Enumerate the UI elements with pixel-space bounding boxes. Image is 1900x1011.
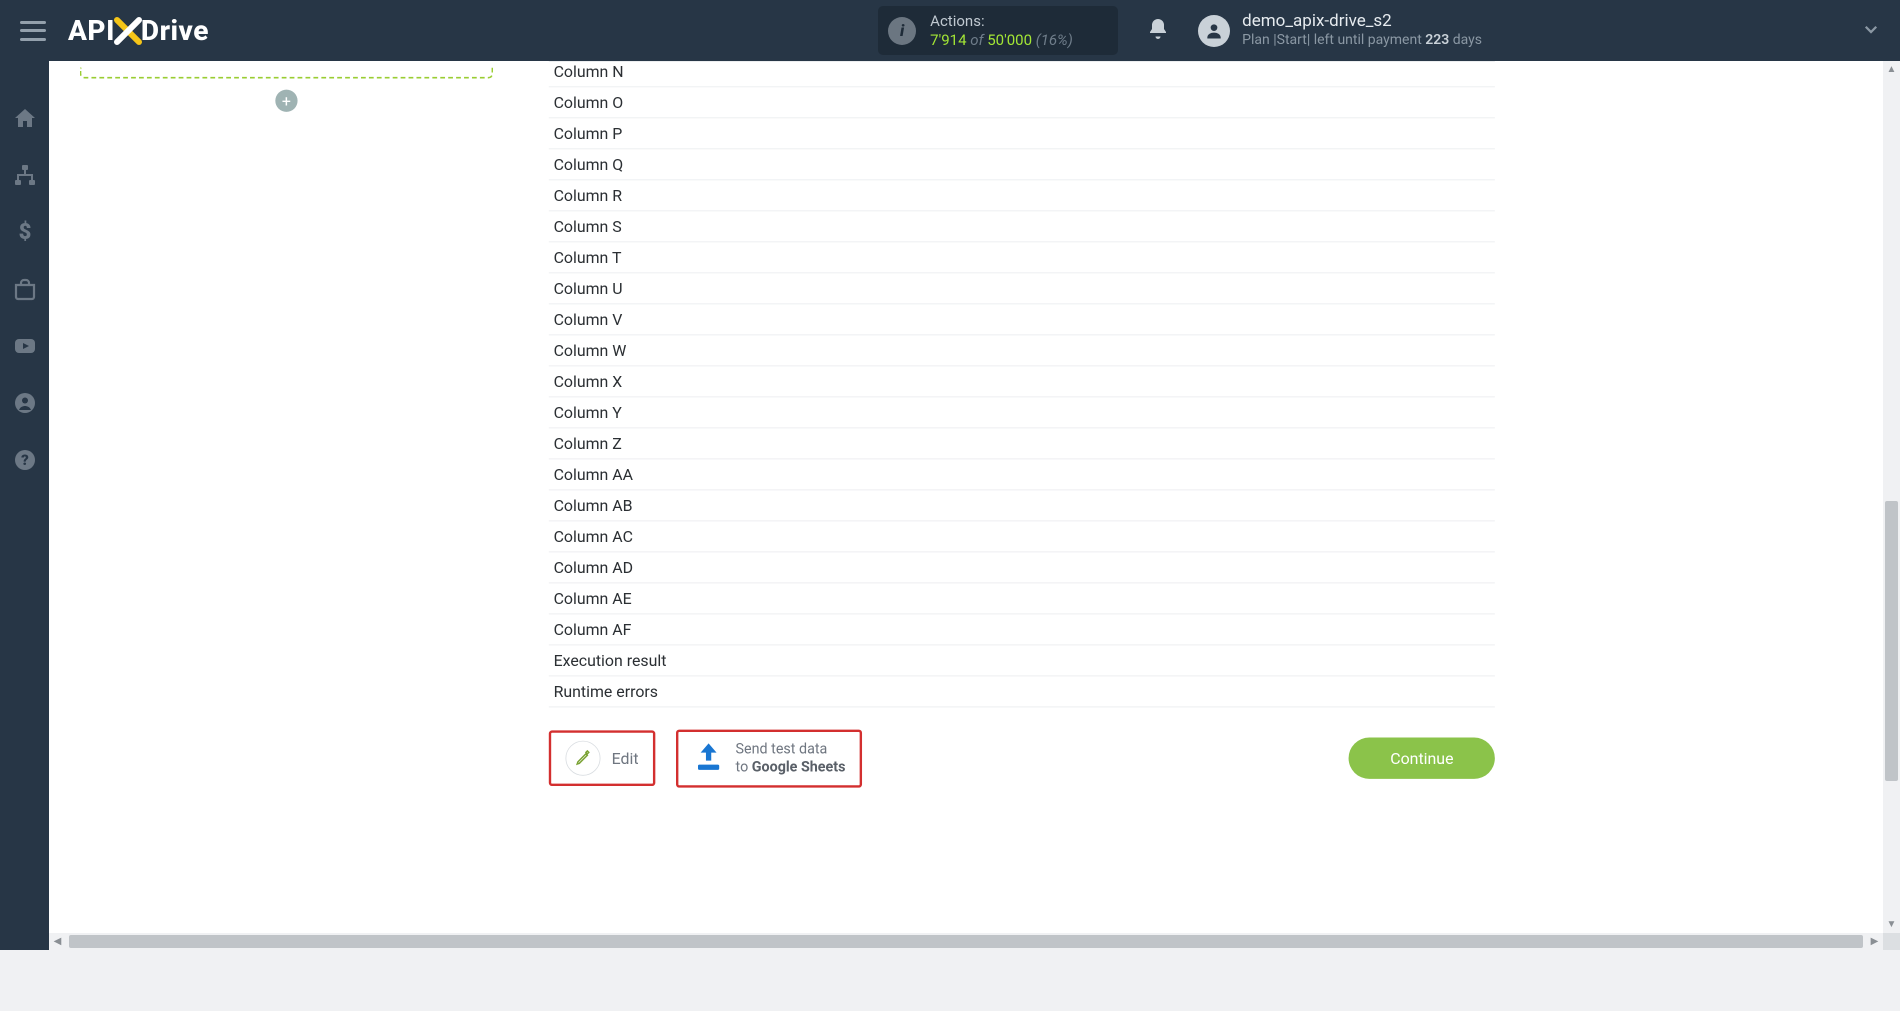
- user-menu[interactable]: demo_apix-drive_s2 Plan |Start| left unt…: [1198, 11, 1482, 50]
- pencil-icon: [565, 741, 600, 776]
- logo-x-icon: [115, 16, 141, 46]
- video-icon[interactable]: [13, 334, 37, 358]
- home-icon[interactable]: [13, 106, 37, 130]
- app-logo[interactable]: API Drive: [68, 14, 209, 47]
- list-item: Column P: [548, 118, 1494, 149]
- actions-label: Actions:: [930, 12, 1073, 31]
- scroll-thumb[interactable]: [1885, 501, 1898, 781]
- toolbox-icon[interactable]: [13, 277, 37, 301]
- app-header: API Drive i Actions: 7'914 of 50'000 (16…: [0, 0, 1900, 61]
- main-area: + Column N Column O Column P Column Q Co…: [49, 61, 1900, 950]
- edit-button[interactable]: Edit: [548, 731, 654, 787]
- edit-label: Edit: [611, 749, 638, 768]
- actions-counter[interactable]: i Actions: 7'914 of 50'000 (16%): [878, 6, 1118, 56]
- logo-text-b: Drive: [141, 14, 209, 47]
- right-pane: Column N Column O Column P Column Q Colu…: [532, 61, 1526, 1011]
- chevron-down-icon[interactable]: [1862, 20, 1880, 42]
- list-item: Column Z: [548, 428, 1494, 459]
- list-item: Column AD: [548, 552, 1494, 583]
- list-item: Column AB: [548, 490, 1494, 521]
- list-item: Runtime errors: [548, 676, 1494, 707]
- menu-icon[interactable]: [20, 21, 46, 41]
- upload-icon: [692, 741, 724, 776]
- logo-text-a: API: [68, 14, 115, 47]
- send-test-data-button[interactable]: Send test data to Google Sheets: [675, 730, 861, 788]
- actions-of: of: [967, 31, 988, 49]
- notifications-icon[interactable]: [1146, 17, 1170, 45]
- list-item: Column S: [548, 211, 1494, 242]
- step-placeholder: [79, 67, 492, 78]
- list-item: Column Y: [548, 397, 1494, 428]
- connections-icon[interactable]: [13, 163, 37, 187]
- sidebar: $ ?: [0, 61, 49, 950]
- user-text: demo_apix-drive_s2 Plan |Start| left unt…: [1242, 11, 1482, 50]
- panel: + Column N Column O Column P Column Q Co…: [40, 61, 1900, 950]
- actions-pct: (16%): [1032, 31, 1073, 49]
- list-item: Column AA: [548, 459, 1494, 490]
- actions-text: Actions: 7'914 of 50'000 (16%): [930, 12, 1073, 50]
- scroll-left-icon[interactable]: ◀: [49, 933, 66, 950]
- list-item: Column U: [548, 273, 1494, 304]
- list-item: Column AE: [548, 583, 1494, 614]
- field-list: Column N Column O Column P Column Q Colu…: [548, 61, 1494, 707]
- list-item: Column N: [548, 62, 1494, 87]
- continue-button[interactable]: Continue: [1348, 738, 1494, 779]
- action-bar: Edit Send test data to Google Sheets Con…: [548, 730, 1494, 788]
- account-icon[interactable]: [13, 391, 37, 415]
- scroll-right-icon[interactable]: ▶: [1866, 933, 1883, 950]
- user-plan: Plan |Start| left until payment 223 days: [1242, 32, 1482, 50]
- horizontal-scrollbar[interactable]: ◀ ▶: [49, 933, 1883, 950]
- user-name: demo_apix-drive_s2: [1242, 11, 1482, 32]
- scroll-corner: [1883, 933, 1900, 950]
- list-item: Column V: [548, 304, 1494, 335]
- list-item: Column AF: [548, 614, 1494, 645]
- actions-limit: 50'000: [987, 31, 1032, 49]
- info-icon: i: [888, 17, 916, 45]
- add-step-button[interactable]: +: [275, 90, 297, 112]
- scroll-up-icon[interactable]: ▲: [1883, 61, 1900, 78]
- list-item: Column T: [548, 242, 1494, 273]
- list-item: Column X: [548, 366, 1494, 397]
- list-item: Execution result: [548, 645, 1494, 676]
- left-pane: +: [40, 61, 533, 1011]
- help-icon[interactable]: ?: [13, 448, 37, 472]
- list-item: Column R: [548, 180, 1494, 211]
- svg-text:$: $: [18, 220, 31, 244]
- svg-text:?: ?: [21, 451, 29, 469]
- avatar-icon: [1198, 15, 1230, 47]
- list-item: Column O: [548, 87, 1494, 118]
- list-item: Column Q: [548, 149, 1494, 180]
- actions-used: 7'914: [930, 31, 966, 49]
- list-item: Column W: [548, 335, 1494, 366]
- send-test-text: Send test data to Google Sheets: [735, 740, 845, 777]
- billing-icon[interactable]: $: [13, 220, 37, 244]
- list-item: Column AC: [548, 521, 1494, 552]
- scroll-thumb[interactable]: [69, 935, 1863, 948]
- scroll-down-icon[interactable]: ▼: [1883, 916, 1900, 933]
- vertical-scrollbar[interactable]: ▲ ▼: [1883, 61, 1900, 933]
